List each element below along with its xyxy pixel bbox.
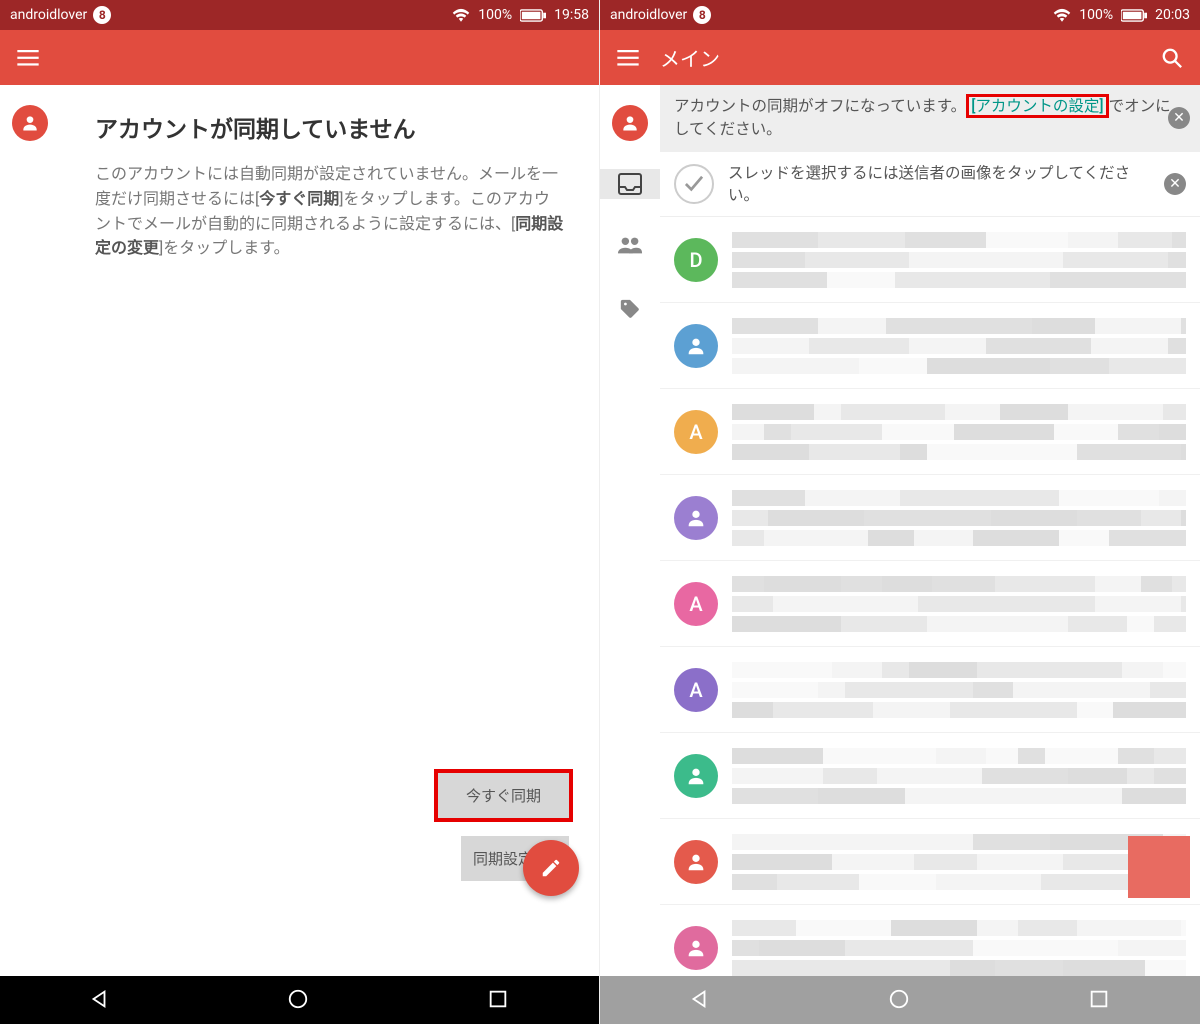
wifi-icon [452, 8, 470, 22]
sidebar-rail [600, 85, 660, 976]
sender-avatar[interactable] [674, 754, 718, 798]
sender-avatar[interactable]: A [674, 582, 718, 626]
nav-back-icon[interactable] [688, 988, 712, 1012]
sender-avatar[interactable]: D [674, 238, 718, 282]
sender-avatar[interactable] [674, 840, 718, 884]
battery-icon [1121, 9, 1147, 22]
action-bar [0, 30, 599, 85]
system-nav-bar [0, 976, 599, 1024]
mail-row[interactable]: A [660, 389, 1200, 475]
account-avatar-icon[interactable] [612, 105, 648, 141]
search-icon[interactable] [1160, 46, 1184, 70]
banner-close-icon[interactable]: ✕ [1168, 107, 1190, 129]
compose-fab-partial[interactable] [1128, 836, 1190, 898]
nav-home-icon[interactable] [287, 988, 311, 1012]
mail-row[interactable] [660, 819, 1200, 905]
action-bar: メイン [600, 30, 1200, 85]
compose-fab[interactable] [523, 840, 579, 896]
sync-off-banner: アカウントの同期がオフになっています。[アカウントの設定]でオンにしてください。… [660, 85, 1200, 152]
mail-preview-blurred [732, 657, 1186, 722]
menu-icon[interactable] [16, 46, 40, 70]
mail-preview-blurred [732, 313, 1186, 378]
nav-back-icon[interactable] [88, 988, 112, 1012]
sync-off-title: アカウントが同期していません [95, 110, 564, 144]
left-pane: androidlover 8 100% 19:58 [0, 0, 600, 1024]
mail-preview-blurred [732, 743, 1186, 808]
sync-now-button[interactable]: 今すぐ同期 [438, 773, 569, 818]
sync-off-body: このアカウントには自動同期が設定されていません。メールを一度だけ同期させるには[… [95, 162, 564, 261]
check-icon [674, 164, 714, 204]
mail-row[interactable]: D [660, 217, 1200, 303]
account-avatar-icon[interactable] [12, 105, 48, 141]
status-bar: androidlover 8 100% 20:03 [600, 0, 1200, 30]
system-nav-bar [600, 976, 1200, 1024]
sidebar-rail [0, 85, 60, 976]
battery-level: 100% [478, 7, 512, 23]
mail-row[interactable] [660, 303, 1200, 389]
mail-row[interactable]: A [660, 647, 1200, 733]
tip-close-icon[interactable]: ✕ [1164, 173, 1186, 195]
status-time: 19:58 [554, 7, 589, 23]
actionbar-title: メイン [660, 43, 1140, 72]
mail-row[interactable]: A [660, 561, 1200, 647]
mail-preview-blurred [732, 227, 1186, 292]
sender-avatar[interactable]: A [674, 410, 718, 454]
wifi-icon [1053, 8, 1071, 22]
status-bar: androidlover 8 100% 19:58 [0, 0, 599, 30]
nav-recent-icon[interactable] [1088, 988, 1112, 1012]
content-area: アカウントが同期していません このアカウントには自動同期が設定されていません。メ… [60, 85, 599, 976]
nav-recent-icon[interactable] [487, 988, 511, 1012]
sender-avatar[interactable] [674, 496, 718, 540]
status-user: androidlover [610, 7, 687, 23]
account-settings-link[interactable]: [アカウントの設定] [966, 94, 1108, 118]
social-rail-icon[interactable] [612, 227, 648, 263]
notification-badge: 8 [693, 6, 711, 24]
mail-preview-blurred [732, 829, 1186, 894]
battery-icon [520, 9, 546, 22]
battery-level: 100% [1079, 7, 1113, 23]
mail-list[interactable]: DAAA [660, 217, 1200, 976]
sender-avatar[interactable] [674, 324, 718, 368]
menu-icon[interactable] [616, 46, 640, 70]
mail-preview-blurred [732, 485, 1186, 550]
select-tip-text: スレッドを選択するには送信者の画像をタップしてください。 [728, 162, 1150, 207]
nav-home-icon[interactable] [888, 988, 912, 1012]
mail-preview-blurred [732, 399, 1186, 464]
notification-badge: 8 [93, 6, 111, 24]
mail-preview-blurred [732, 915, 1186, 976]
sender-avatar[interactable] [674, 926, 718, 970]
promotions-rail-icon[interactable] [612, 291, 648, 327]
select-tip-row: スレッドを選択するには送信者の画像をタップしてください。 ✕ [660, 152, 1200, 218]
mail-row[interactable] [660, 905, 1200, 976]
status-user: androidlover [10, 7, 87, 23]
sender-avatar[interactable]: A [674, 668, 718, 712]
inbox-rail-icon[interactable] [618, 173, 642, 195]
status-time: 20:03 [1155, 7, 1190, 23]
mail-row[interactable] [660, 475, 1200, 561]
content-area: アカウントの同期がオフになっています。[アカウントの設定]でオンにしてください。… [660, 85, 1200, 976]
mail-preview-blurred [732, 571, 1186, 636]
mail-row[interactable] [660, 733, 1200, 819]
right-pane: androidlover 8 100% 20:03 メイン [600, 0, 1200, 1024]
